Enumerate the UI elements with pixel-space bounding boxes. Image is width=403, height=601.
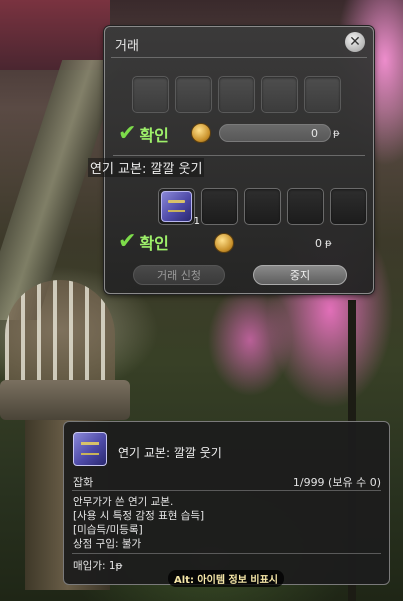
partner-slot[interactable]: [218, 76, 255, 113]
description-line: [미습득/미등록]: [73, 524, 143, 536]
partner-slot[interactable]: [304, 76, 341, 113]
trade-request-button[interactable]: 거래 신청: [133, 265, 225, 285]
window-title: 거래: [115, 39, 139, 54]
background-lamp-base: [0, 380, 130, 420]
close-icon[interactable]: ✕: [345, 32, 365, 52]
hover-item-label: 연기 교본: 깔깔 웃기: [88, 158, 205, 177]
own-gil-amount: 0: [315, 237, 322, 250]
background-lamp-cage: [5, 280, 115, 390]
partner-slot[interactable]: [261, 76, 298, 113]
trade-window: 거래 ✕ ✔ 확인 0 ᵽ 연기 교본: 깔깔 웃기 1 ✔ 확인 0 ᵽ 거래…: [88, 26, 374, 294]
own-slot[interactable]: [330, 188, 367, 225]
tooltip-divider: [72, 490, 381, 491]
gil-symbol: ᵽ: [333, 128, 340, 139]
section-divider: [113, 155, 365, 156]
own-item-slots: 1: [158, 188, 367, 227]
gil-coin-icon: [191, 123, 211, 143]
own-slot[interactable]: [201, 188, 238, 225]
checkmark-icon: ✔: [118, 121, 137, 146]
gil-coin-icon[interactable]: [214, 233, 234, 253]
item-quantity: 1: [193, 216, 200, 227]
partner-slot[interactable]: [175, 76, 212, 113]
item-name: 연기 교본: 깔깔 웃기: [118, 446, 222, 460]
item-description: 안무가가 쓴 연기 교본. [사용 시 특정 감정 표현 습득] [미습득/미등…: [73, 495, 204, 551]
tooltip-divider: [72, 553, 381, 554]
description-line: 상점 구입: 불가: [73, 538, 142, 550]
own-slot[interactable]: [244, 188, 281, 225]
gil-symbol: ᵽ: [325, 238, 332, 249]
own-confirm-label: 확인: [139, 234, 169, 253]
cancel-button[interactable]: 중지: [253, 265, 347, 285]
own-confirm-status: ✔ 확인: [118, 230, 169, 254]
partner-confirm-status: ✔ 확인: [118, 122, 169, 146]
description-line: [사용 시 특정 감정 표현 습득]: [73, 510, 205, 522]
checkmark-icon: ✔: [118, 229, 137, 254]
partner-slot[interactable]: [132, 76, 169, 113]
item-stack-count: 1/999 (보유 수 0): [292, 476, 381, 489]
own-slot[interactable]: [287, 188, 324, 225]
item-tooltip: 연기 교본: 깔깔 웃기 잡화 1/999 (보유 수 0) 안무가가 쓴 연기…: [63, 421, 390, 587]
title-divider: [111, 57, 367, 58]
own-slot-filled[interactable]: 1: [158, 188, 200, 227]
sell-price: 매입가: 1ᵽ: [73, 560, 123, 572]
description-line: 안무가가 쓴 연기 교본.: [73, 496, 174, 508]
item-category: 잡화: [73, 476, 94, 489]
partner-confirm-label: 확인: [139, 126, 169, 145]
purple-book-icon: [73, 432, 107, 466]
alt-hint: Alt: 아이템 정보 비표시: [168, 570, 284, 587]
partner-item-slots: [132, 76, 341, 113]
purple-book-icon: [161, 191, 192, 222]
partner-gil-amount: 0: [311, 127, 318, 140]
